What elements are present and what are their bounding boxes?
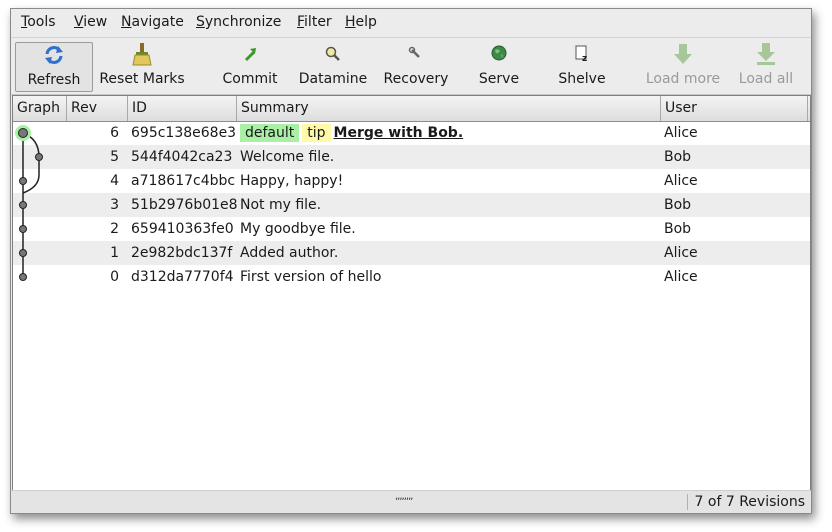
summary-cell: Welcome file. bbox=[240, 149, 335, 165]
summary-cell: Happy, happy! bbox=[240, 173, 344, 189]
commit-arrow-icon bbox=[244, 48, 256, 62]
arrow-down-bar-icon bbox=[757, 43, 775, 65]
wrench-icon bbox=[408, 46, 420, 58]
load-more-label: Load more bbox=[645, 71, 721, 87]
broom-icon bbox=[132, 43, 152, 66]
id-cell: 659410363fe0 bbox=[131, 221, 234, 237]
menu-bar: Tools View Navigate Synchronize Filter H… bbox=[11, 9, 811, 35]
splitter-handle[interactable]: ,,,,,,,, bbox=[395, 491, 413, 502]
shelve-label: Shelve bbox=[558, 71, 606, 87]
rev-cell: 6 bbox=[110, 125, 119, 141]
user-cell: Bob bbox=[664, 197, 692, 213]
column-header-user[interactable]: User bbox=[661, 96, 808, 121]
id-cell: 51b2976b01e8 bbox=[131, 197, 238, 213]
load-more-button[interactable]: Load more bbox=[645, 42, 721, 90]
status-divider bbox=[687, 494, 688, 510]
graph-node bbox=[19, 177, 27, 185]
id-cell: 544f4042ca23 bbox=[131, 149, 233, 165]
user-cell: Alice bbox=[664, 125, 698, 141]
reset-marks-label: Reset Marks bbox=[99, 71, 185, 87]
globe-icon bbox=[491, 45, 507, 61]
table-row[interactable]: 4 a718617c4bbc Happy, happy! Alice bbox=[13, 169, 810, 193]
toolbar: Refresh Reset Marks Commit Datamine Reco… bbox=[11, 37, 811, 95]
table-row[interactable]: 0 d312da7770f4 First version of hello Al… bbox=[13, 265, 810, 289]
table-header: Graph Rev ID Summary User bbox=[13, 96, 810, 122]
datamine-label: Datamine bbox=[298, 71, 368, 87]
summary-cell: My goodbye file. bbox=[240, 221, 356, 237]
graph-node bbox=[19, 273, 27, 281]
magnifier-icon bbox=[325, 46, 340, 61]
summary-text: Merge with Bob. bbox=[333, 125, 464, 141]
serve-button[interactable]: Serve bbox=[477, 42, 521, 90]
summary-cell: First version of hello bbox=[240, 269, 382, 285]
id-cell: a718617c4bbc bbox=[131, 173, 236, 189]
user-cell: Alice bbox=[664, 269, 698, 285]
shelve-icon: z bbox=[575, 45, 587, 64]
recovery-label: Recovery bbox=[383, 71, 449, 87]
datamine-button[interactable]: Datamine bbox=[297, 42, 369, 90]
user-cell: Bob bbox=[664, 221, 692, 237]
load-all-label: Load all bbox=[738, 71, 794, 87]
graph-node bbox=[19, 249, 27, 257]
table-row[interactable]: 3 51b2976b01e8 Not my file. Bob bbox=[13, 193, 810, 217]
revision-graph bbox=[15, 125, 43, 281]
revision-table: Graph Rev ID Summary User 6 695c138e68e3… bbox=[12, 95, 811, 491]
commit-label: Commit bbox=[222, 71, 278, 87]
arrow-down-icon bbox=[674, 44, 692, 64]
column-header-id[interactable]: ID bbox=[128, 96, 237, 121]
column-header-summary[interactable]: Summary bbox=[237, 96, 661, 121]
rev-cell: 0 bbox=[110, 269, 119, 285]
summary-cell: Added author. bbox=[240, 245, 339, 261]
recovery-button[interactable]: Recovery bbox=[383, 42, 449, 90]
svg-text:z: z bbox=[582, 54, 587, 64]
reset-marks-button[interactable]: Reset Marks bbox=[97, 42, 187, 90]
menu-navigate[interactable]: Navigate bbox=[121, 14, 184, 30]
repository-explorer-window: Tools View Navigate Synchronize Filter H… bbox=[10, 8, 812, 514]
branch-tag: default bbox=[240, 124, 300, 142]
rev-cell: 1 bbox=[110, 245, 119, 261]
column-header-rev[interactable]: Rev bbox=[67, 96, 128, 121]
rev-cell: 2 bbox=[110, 221, 119, 237]
user-cell: Alice bbox=[664, 173, 698, 189]
revision-count: 7 of 7 Revisions bbox=[694, 494, 805, 510]
serve-label: Serve bbox=[478, 71, 520, 87]
user-cell: Alice bbox=[664, 245, 698, 261]
menu-help[interactable]: Help bbox=[345, 14, 377, 30]
rev-cell: 4 bbox=[110, 173, 119, 189]
graph-node bbox=[19, 225, 27, 233]
refresh-icon bbox=[45, 46, 63, 64]
graph-node bbox=[18, 128, 28, 138]
id-cell: d312da7770f4 bbox=[131, 269, 234, 285]
refresh-label: Refresh bbox=[27, 72, 81, 88]
status-bar: ,,,,,,,, 7 of 7 Revisions bbox=[11, 490, 811, 513]
summary-cell: default tip Merge with Bob. bbox=[240, 121, 463, 145]
id-cell: 695c138e68e3 bbox=[131, 125, 237, 141]
user-cell: Bob bbox=[664, 149, 692, 165]
commit-button[interactable]: Commit bbox=[219, 42, 281, 90]
menu-filter[interactable]: Filter bbox=[297, 14, 332, 30]
rev-cell: 3 bbox=[110, 197, 119, 213]
menu-view[interactable]: View bbox=[74, 14, 107, 30]
graph-node bbox=[19, 201, 27, 209]
tip-tag: tip bbox=[302, 124, 331, 142]
table-row[interactable]: 2 659410363fe0 My goodbye file. Bob bbox=[13, 217, 810, 241]
refresh-button[interactable]: Refresh bbox=[15, 42, 93, 92]
column-header-graph[interactable]: Graph bbox=[13, 96, 67, 121]
table-row[interactable]: 5 544f4042ca23 Welcome file. Bob bbox=[13, 145, 810, 169]
menu-tools[interactable]: Tools bbox=[21, 14, 56, 30]
table-row[interactable]: 6 695c138e68e3 default tip Merge with Bob.… bbox=[13, 121, 810, 145]
summary-cell: Not my file. bbox=[240, 197, 322, 213]
load-all-button[interactable]: Load all bbox=[737, 42, 795, 90]
id-cell: 2e982bdc137f bbox=[131, 245, 233, 261]
graph-node bbox=[35, 153, 43, 161]
menu-synchronize[interactable]: Synchronize bbox=[196, 14, 281, 30]
rev-cell: 5 bbox=[110, 149, 119, 165]
table-row[interactable]: 1 2e982bdc137f Added author. Alice bbox=[13, 241, 810, 265]
shelve-button[interactable]: z Shelve bbox=[557, 42, 607, 90]
